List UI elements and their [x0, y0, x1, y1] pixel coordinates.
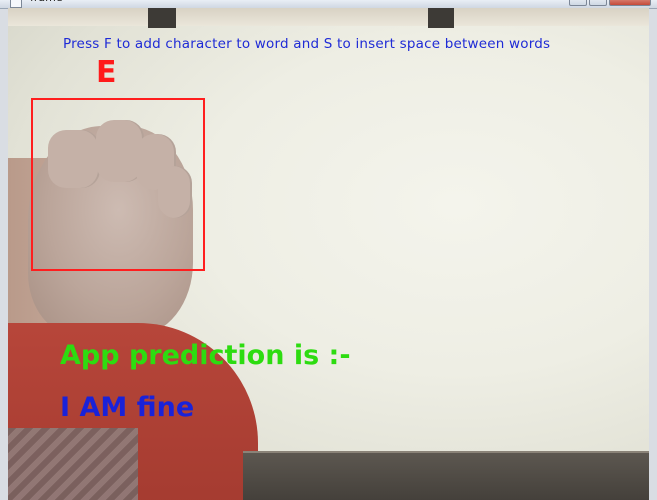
instructions-text: Press F to add character to word and S t…	[63, 36, 551, 52]
window-controls	[569, 0, 651, 6]
shirt-shadow	[8, 428, 138, 500]
window-title: frame	[30, 0, 63, 5]
close-button[interactable]	[609, 0, 651, 6]
prediction-text: I AM fine	[60, 392, 195, 423]
camera-frame: Press F to add character to word and S t…	[8, 8, 649, 500]
minimize-button[interactable]	[569, 0, 587, 6]
current-letter: E	[96, 55, 117, 90]
ceiling	[8, 8, 649, 28]
prediction-label: App prediction is :-	[60, 340, 351, 371]
maximize-button[interactable]	[589, 0, 607, 6]
ceiling-fixture	[148, 8, 176, 28]
ceiling-fixture	[428, 8, 454, 28]
desk	[243, 451, 649, 500]
app-icon	[10, 0, 22, 8]
roi-box	[31, 98, 205, 271]
